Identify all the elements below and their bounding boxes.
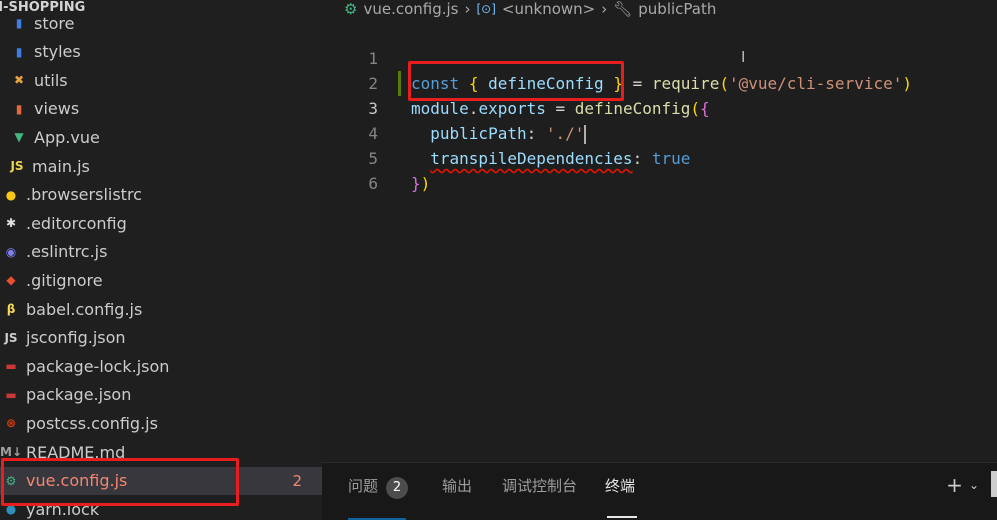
explorer-item-label: utils bbox=[34, 70, 68, 90]
explorer-item[interactable]: ▮ store bbox=[0, 9, 322, 37]
code-line-1: 1 const { defineConfig } = require('@vue… bbox=[322, 21, 997, 93]
explorer-item[interactable]: ⊛ postcss.config.js bbox=[0, 409, 322, 437]
chevron-right-icon: › bbox=[601, 0, 608, 18]
problems-count-badge: 2 bbox=[386, 477, 409, 499]
line-number: 6 bbox=[368, 174, 378, 193]
babel-icon: β bbox=[6, 302, 16, 316]
wrench-icon: 🔧︎ bbox=[613, 0, 633, 18]
highlight-box-vue-config bbox=[1, 458, 239, 506]
explorer-item[interactable]: ✱ .editorconfig bbox=[0, 209, 322, 237]
postcss-icon: ⊛ bbox=[5, 416, 17, 431]
eslint-icon: ◉ bbox=[5, 244, 17, 259]
explorer-item[interactable]: ▼ App.vue bbox=[0, 123, 322, 151]
breadcrumb-symbol-publicpath[interactable]: publicPath bbox=[638, 1, 716, 17]
tab-output[interactable]: 输出 bbox=[442, 475, 472, 497]
panel-actions: + ⌄ bbox=[946, 473, 979, 497]
breadcrumb: ⚙ vue.config.js › [⊙] <unknown> › 🔧︎ pub… bbox=[344, 0, 716, 18]
breadcrumb-file[interactable]: vue.config.js bbox=[363, 1, 458, 17]
explorer-item-label: .browserslistrc bbox=[26, 185, 142, 205]
explorer-item-label: jsconfig.json bbox=[26, 328, 126, 348]
mouse-ibeam-cursor: I bbox=[741, 48, 746, 66]
explorer-item-label: .gitignore bbox=[26, 270, 103, 290]
folder-icon: ▮ bbox=[15, 16, 23, 30]
explorer-item[interactable]: ◉ .eslintrc.js bbox=[0, 238, 322, 266]
explorer-item-label: views bbox=[34, 99, 80, 119]
explorer-item-label: package-lock.json bbox=[26, 356, 170, 376]
explorer-item[interactable]: β babel.config.js bbox=[0, 295, 322, 323]
folder-utils-icon: ✖ bbox=[13, 73, 25, 88]
tab-terminal[interactable]: 终端 bbox=[605, 475, 635, 497]
problem-count-badge: 2 bbox=[292, 471, 302, 490]
token-paren: ) bbox=[420, 174, 431, 193]
explorer-item-label: babel.config.js bbox=[26, 299, 143, 319]
breadcrumb-symbol-unknown[interactable]: <unknown> bbox=[502, 1, 595, 17]
explorer-item-label: postcss.config.js bbox=[26, 413, 158, 433]
code-line-6: 6 bbox=[322, 146, 997, 193]
explorer-item-label: .editorconfig bbox=[26, 213, 127, 233]
explorer-item[interactable]: JS jsconfig.json bbox=[0, 324, 322, 352]
explorer-item[interactable]: JS main.js bbox=[0, 152, 322, 180]
explorer-item-label: .eslintrc.js bbox=[26, 242, 108, 262]
folder-views-icon: ▮ bbox=[15, 101, 23, 116]
vue-icon: ▼ bbox=[14, 130, 24, 145]
explorer-item[interactable]: ◆ .gitignore bbox=[0, 266, 322, 294]
explorer-item-label: store bbox=[34, 13, 75, 33]
explorer-item-label: package.json bbox=[26, 385, 132, 405]
chevron-right-icon: › bbox=[464, 0, 471, 18]
chevron-down-icon[interactable]: ⌄ bbox=[969, 478, 979, 492]
explorer-item[interactable]: ▮ styles bbox=[0, 38, 322, 66]
bottom-panel: 问题 2 输出 调试控制台 终端 + ⌄ bbox=[322, 462, 997, 520]
vue-config-file-icon: ⚙ bbox=[344, 0, 358, 18]
panel-edge-handle[interactable] bbox=[991, 471, 997, 497]
code-line-5: 5 }) bbox=[322, 121, 997, 193]
add-terminal-icon[interactable]: + bbox=[946, 473, 963, 497]
editorconfig-icon: ✱ bbox=[5, 216, 17, 231]
npm-icon: ▬ bbox=[5, 359, 17, 374]
folder-styles-icon: ▮ bbox=[15, 44, 23, 59]
js-icon: JS bbox=[10, 159, 24, 173]
symbol-namespace-icon: [⊙] bbox=[476, 2, 496, 16]
active-tab-indicator bbox=[607, 516, 637, 518]
explorer-item-label: App.vue bbox=[34, 127, 100, 147]
tab-problems-label: 问题 bbox=[348, 477, 379, 495]
code-editor[interactable]: ⚙ vue.config.js › [⊙] <unknown> › 🔧︎ pub… bbox=[322, 0, 997, 462]
jsconfig-icon: JS bbox=[4, 330, 18, 345]
explorer-item[interactable]: ✖ utils bbox=[0, 66, 322, 94]
npm-icon: ▬ bbox=[5, 387, 17, 402]
git-icon: ◆ bbox=[6, 273, 16, 288]
explorer-sidebar: LI-SHOPPING ▮store▮styles✖utils▮views▼Ap… bbox=[0, 0, 322, 519]
tab-debug-console[interactable]: 调试控制台 bbox=[502, 475, 577, 497]
token-brace: } bbox=[411, 174, 421, 193]
explorer-item[interactable]: ● .browserslistrc bbox=[0, 181, 322, 209]
tab-problems[interactable]: 问题 2 bbox=[348, 475, 409, 499]
explorer-item-label: main.js bbox=[32, 156, 90, 176]
browserslist-icon: ● bbox=[5, 187, 17, 202]
explorer-item[interactable]: ▬ package.json bbox=[0, 381, 322, 409]
highlight-box-publicpath bbox=[408, 61, 624, 101]
explorer-item-label: styles bbox=[34, 42, 81, 62]
explorer-item[interactable]: ▮ views bbox=[0, 95, 322, 123]
explorer-item[interactable]: ▬ package-lock.json bbox=[0, 352, 322, 380]
